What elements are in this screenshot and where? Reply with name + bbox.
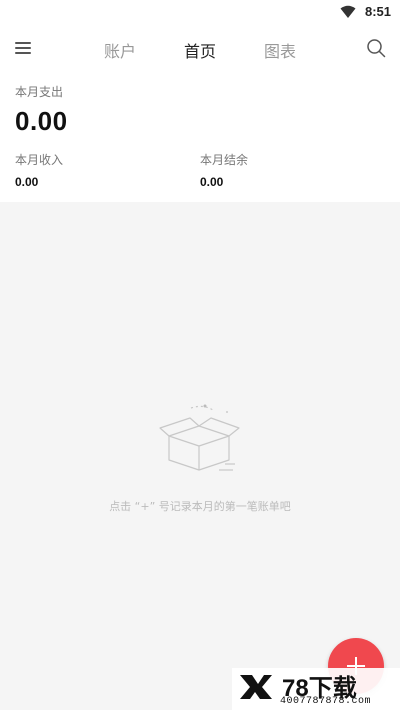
wifi-icon bbox=[340, 5, 356, 18]
bill-list-area[interactable]: 点击 “+” 号记录本月的第一笔账单吧 bbox=[0, 202, 400, 710]
status-bar: 8:51 bbox=[0, 0, 400, 24]
status-time: 8:51 bbox=[364, 4, 391, 19]
watermark-url: 4007787878.com bbox=[280, 696, 372, 707]
income-label: 本月收入 bbox=[15, 153, 64, 167]
empty-state-message: 点击 “+” 号记录本月的第一笔账单吧 bbox=[109, 500, 291, 513]
download-site-logo-icon bbox=[240, 675, 272, 699]
top-navigation: 账户 首页 图表 bbox=[0, 24, 400, 72]
balance-value: 0.00 bbox=[200, 175, 224, 189]
expense-value: 0.00 bbox=[15, 106, 68, 136]
watermark: 78下载 4007787878.com bbox=[232, 668, 400, 710]
tab-account[interactable]: 账户 bbox=[104, 38, 136, 62]
monthly-summary: 本月支出 0.00 本月收入 0.00 本月结余 0.00 bbox=[0, 72, 400, 202]
menu-icon[interactable] bbox=[13, 39, 35, 57]
tab-home[interactable]: 首页 bbox=[184, 38, 216, 62]
empty-box-icon bbox=[159, 404, 240, 471]
search-icon[interactable] bbox=[366, 38, 386, 58]
tab-chart[interactable]: 图表 bbox=[264, 38, 296, 62]
balance-label: 本月结余 bbox=[200, 153, 249, 167]
income-value: 0.00 bbox=[15, 175, 39, 189]
expense-label: 本月支出 bbox=[15, 85, 64, 99]
